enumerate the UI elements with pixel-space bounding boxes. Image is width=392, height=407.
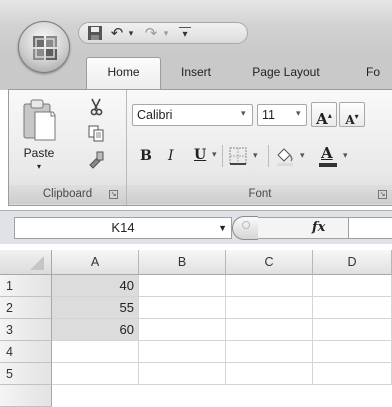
font-group-label: Font ↘	[127, 185, 392, 204]
function-button-area: fx	[258, 217, 348, 239]
redo-icon[interactable]: ↷	[143, 25, 159, 42]
font-color-button[interactable]: A ▾	[317, 144, 357, 168]
column-header-d[interactable]: D	[313, 250, 392, 275]
paste-icon	[23, 99, 56, 141]
grow-font-button[interactable]: A▴	[311, 102, 337, 128]
cell-d2[interactable]	[313, 297, 392, 319]
name-box-dropdown-icon[interactable]: ▼	[218, 218, 227, 238]
cell-c3[interactable]	[226, 319, 313, 341]
paste-dropdown-icon[interactable]: ▾	[34, 162, 44, 171]
font-color-dropdown-icon[interactable]: ▾	[343, 150, 348, 161]
cell-c1[interactable]	[226, 275, 313, 297]
formula-bar-expander[interactable]	[232, 216, 258, 240]
save-icon[interactable]	[87, 25, 103, 41]
fill-color-icon	[277, 148, 293, 166]
column-header-b[interactable]: B	[139, 250, 226, 275]
font-size-select[interactable]: 11 ▾	[257, 104, 307, 126]
shrink-font-letter: A	[345, 113, 355, 127]
cell-d5[interactable]	[313, 363, 392, 385]
row-header-2[interactable]: 2	[0, 297, 52, 319]
cell-b4[interactable]	[139, 341, 226, 363]
borders-button[interactable]: ▾	[227, 144, 265, 168]
fill-color-dropdown-icon[interactable]: ▾	[300, 150, 305, 161]
cell-a5[interactable]	[52, 363, 139, 385]
tab-home[interactable]: Home	[86, 57, 161, 90]
cell-c4[interactable]	[226, 341, 313, 363]
borders-dropdown-icon[interactable]: ▾	[253, 150, 258, 161]
office-logo-icon	[33, 36, 57, 60]
format-painter-icon[interactable]	[87, 150, 105, 170]
cut-icon[interactable]	[87, 98, 105, 116]
row-header-5[interactable]: 5	[0, 363, 52, 385]
cell-d1[interactable]	[313, 275, 392, 297]
cell-a1[interactable]: 40	[52, 275, 139, 297]
undo-dropdown-icon[interactable]: ▾	[126, 25, 136, 42]
redo-dropdown-icon[interactable]: ▾	[161, 25, 171, 42]
italic-button[interactable]: I	[168, 148, 174, 164]
cell-a4[interactable]	[52, 341, 139, 363]
separator	[222, 145, 223, 167]
clipboard-launcher-icon[interactable]: ↘	[109, 190, 118, 199]
font-launcher-icon[interactable]: ↘	[378, 190, 387, 199]
customize-qat-icon[interactable]: ▾	[179, 27, 191, 44]
font-group: Calibri ▾ 11 ▾ A▴ A▾ B I U ▾ ▾ ▾ A ▾ Fon…	[127, 90, 392, 205]
font-label: Font	[248, 188, 272, 200]
fill-color-button[interactable]: ▾	[273, 144, 313, 168]
clipboard-group: Paste ▾ Clipboard ↘	[9, 90, 127, 205]
separator	[268, 145, 269, 167]
bold-button[interactable]: B	[140, 148, 152, 164]
cell-a3[interactable]: 60	[52, 319, 139, 341]
insert-function-icon[interactable]: fx	[312, 220, 325, 235]
undo-icon[interactable]: ↶	[109, 25, 125, 42]
underline-button[interactable]: U	[194, 147, 206, 163]
borders-icon	[229, 147, 247, 165]
font-color-letter: A	[321, 144, 333, 162]
ribbon: Paste ▾ Clipboard ↘ Calibri ▾ 11 ▾ A▴ A▾…	[8, 89, 392, 206]
cell-a2[interactable]: 55	[52, 297, 139, 319]
expander-dot-icon	[242, 221, 250, 229]
name-box[interactable]: K14 ▼	[14, 217, 232, 239]
select-all-button[interactable]	[0, 250, 52, 275]
cell-b1[interactable]	[139, 275, 226, 297]
cell-d3[interactable]	[313, 319, 392, 341]
select-all-icon	[30, 256, 44, 270]
font-name-value: Calibri	[137, 108, 173, 122]
font-size-dropdown-icon[interactable]: ▾	[296, 108, 301, 119]
cell-b2[interactable]	[139, 297, 226, 319]
paste-label: Paste	[23, 146, 55, 160]
clipboard-group-label: Clipboard ↘	[9, 185, 126, 204]
quick-access-toolbar: ↶ ▾ ↷ ▾ ▾	[78, 22, 248, 44]
underline-dropdown-icon[interactable]: ▾	[212, 149, 217, 160]
column-header-c[interactable]: C	[226, 250, 313, 275]
grow-font-letter: A	[316, 110, 328, 128]
formula-input[interactable]	[348, 217, 392, 239]
row-header-3[interactable]: 3	[0, 319, 52, 341]
row-header-6[interactable]	[0, 385, 52, 407]
cell-d4[interactable]	[313, 341, 392, 363]
row-header-4[interactable]: 4	[0, 341, 52, 363]
font-name-select[interactable]: Calibri ▾	[132, 104, 253, 126]
name-box-value: K14	[111, 220, 135, 235]
cell-b3[interactable]	[139, 319, 226, 341]
font-color-swatch	[319, 163, 337, 167]
tab-insert[interactable]: Insert	[166, 58, 226, 86]
cell-c2[interactable]	[226, 297, 313, 319]
cell-b5[interactable]	[139, 363, 226, 385]
paste-button[interactable]: Paste ▾	[15, 96, 63, 180]
font-name-dropdown-icon[interactable]: ▾	[241, 108, 246, 119]
row-header-1[interactable]: 1	[0, 275, 52, 297]
copy-icon[interactable]	[87, 124, 105, 142]
column-header-a[interactable]: A	[52, 250, 139, 275]
office-button[interactable]	[18, 21, 70, 73]
font-size-value: 11	[262, 108, 275, 122]
shrink-font-button[interactable]: A▾	[339, 102, 365, 127]
tab-formulas-partial[interactable]: Fo	[366, 58, 392, 86]
clipboard-label: Clipboard	[42, 188, 93, 200]
cell-c5[interactable]	[226, 363, 313, 385]
tab-page-layout[interactable]: Page Layout	[236, 58, 336, 86]
